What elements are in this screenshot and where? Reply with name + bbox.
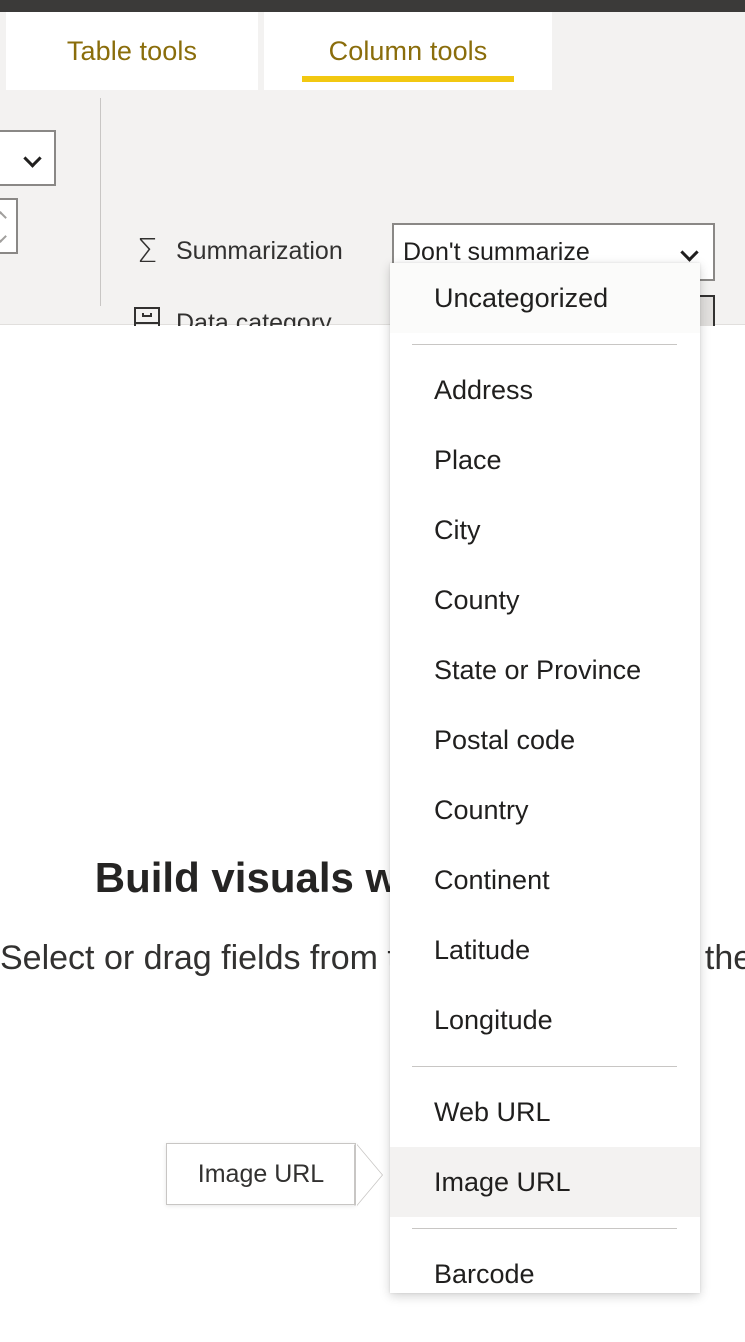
dropdown-option-label: Uncategorized: [434, 282, 609, 313]
chevron-down-icon: [24, 149, 42, 167]
data-category-dropdown-list[interactable]: Uncategorized Address Place City County State…: [390, 263, 700, 1293]
chevron-down-icon[interactable]: [0, 229, 12, 247]
dropdown-option-label: City: [434, 514, 481, 545]
dropdown-option-longitude[interactable]: Longitude: [390, 985, 700, 1055]
power-bi-desktop-window: Table tools Column tools Σ Summarization…: [0, 0, 745, 1342]
tab-column-tools[interactable]: Column tools: [264, 12, 552, 90]
dropdown-option-label: Postal code: [434, 724, 576, 755]
dropdown-option-postal-code[interactable]: Postal code: [390, 705, 700, 775]
dropdown-option-label: Barcode: [434, 1258, 535, 1289]
tooltip-text: Image URL: [197, 1159, 325, 1188]
tab-table-tools-label: Table tools: [66, 35, 198, 66]
dropdown-option-image-url[interactable]: Image URL: [390, 1147, 700, 1217]
dropdown-separator: [412, 1228, 677, 1229]
summarization-label: Summarization: [176, 236, 343, 265]
dropdown-option-label: Image URL: [434, 1166, 571, 1197]
dropdown-option-country[interactable]: Country: [390, 775, 700, 845]
dropdown-separator: [412, 1066, 677, 1067]
dropdown-option-city[interactable]: City: [390, 495, 700, 565]
tab-column-tools-label: Column tools: [328, 35, 488, 66]
dropdown-option-label: Country: [434, 794, 529, 825]
active-tab-indicator: [302, 76, 514, 82]
chevron-down-icon[interactable]: [681, 243, 699, 261]
dropdown-option-label: Latitude: [434, 934, 531, 965]
dropdown-option-state-or-province[interactable]: State or Province: [390, 635, 700, 705]
dropdown-option-place[interactable]: Place: [390, 425, 700, 495]
dropdown-option-county[interactable]: County: [390, 565, 700, 635]
dropdown-separator: [412, 344, 677, 345]
dropdown-option-label: Web URL: [434, 1096, 551, 1127]
dropdown-option-label: County: [434, 584, 520, 615]
chevron-up-icon[interactable]: [0, 207, 12, 225]
dropdown-option-latitude[interactable]: Latitude: [390, 915, 700, 985]
dropdown-option-uncategorized[interactable]: Uncategorized: [390, 263, 700, 333]
dropdown-option-label: State or Province: [434, 654, 642, 685]
dropdown-option-label: Longitude: [434, 1004, 553, 1035]
clipped-combobox-left[interactable]: [0, 130, 56, 186]
ribbon-tabstrip: Table tools Column tools: [0, 12, 745, 90]
title-bar: [0, 0, 745, 12]
dropdown-option-web-url[interactable]: Web URL: [390, 1077, 700, 1147]
dropdown-option-continent[interactable]: Continent: [390, 845, 700, 915]
tab-table-tools[interactable]: Table tools: [6, 12, 258, 90]
summarization-row: Σ Summarization: [130, 223, 343, 279]
dropdown-option-address[interactable]: Address: [390, 355, 700, 425]
tooltip-arrow: [356, 1144, 382, 1206]
dropdown-option-label: Continent: [434, 864, 550, 895]
sigma-icon: Σ: [136, 231, 158, 270]
dropdown-option-label: Place: [434, 444, 502, 475]
clipped-spinner-left[interactable]: [0, 198, 18, 254]
image-url-tooltip: Image URL: [166, 1143, 382, 1206]
ribbon-group-divider: [100, 98, 101, 306]
dropdown-option-label: Address: [434, 374, 534, 405]
dropdown-option-barcode[interactable]: Barcode: [390, 1239, 700, 1293]
